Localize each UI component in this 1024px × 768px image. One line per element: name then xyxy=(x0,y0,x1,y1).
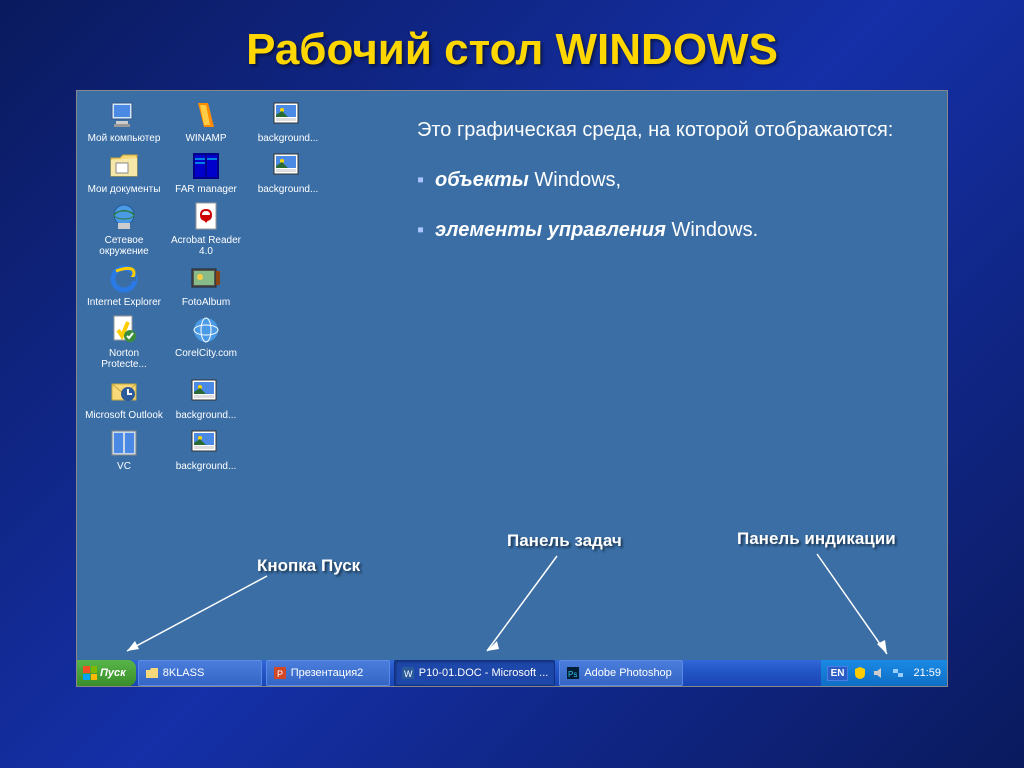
icon-background2[interactable]: background... xyxy=(247,150,329,195)
icon-background4[interactable]: background... xyxy=(165,427,247,472)
network-icon xyxy=(108,201,140,233)
image-icon xyxy=(272,99,304,131)
image-icon xyxy=(190,427,222,459)
icon-far-manager[interactable]: FAR manager xyxy=(165,150,247,195)
bullet-objects: объекты Windows, xyxy=(417,166,893,194)
icon-background3[interactable]: background... xyxy=(165,376,247,421)
winamp-icon xyxy=(190,99,222,131)
system-tray: EN 21:59 xyxy=(821,660,947,686)
clock[interactable]: 21:59 xyxy=(909,667,941,679)
computer-icon xyxy=(108,99,140,131)
start-button[interactable]: Пуск xyxy=(77,660,136,686)
task-label: Презентация2 xyxy=(291,667,364,679)
description-intro: Это графическая среда, на которой отобра… xyxy=(417,116,893,144)
vc-icon xyxy=(108,427,140,459)
icon-label: Acrobat Reader 4.0 xyxy=(165,235,247,257)
icon-corelcity[interactable]: CorelCity.com xyxy=(165,314,247,370)
icon-label: CorelCity.com xyxy=(165,348,247,359)
icon-label: Internet Explorer xyxy=(83,297,165,308)
icon-label: background... xyxy=(247,184,329,195)
icon-label: Сетевое окружение xyxy=(83,235,165,257)
tray-volume-icon[interactable] xyxy=(871,666,886,681)
task-8klass[interactable]: 8KLASS xyxy=(138,660,262,686)
icon-outlook[interactable]: Microsoft Outlook xyxy=(83,376,165,421)
task-presentation[interactable]: P Презентация2 xyxy=(266,660,390,686)
start-label: Пуск xyxy=(100,667,126,679)
task-photoshop[interactable]: Ps Adobe Photoshop xyxy=(559,660,683,686)
icon-label: background... xyxy=(247,133,329,144)
image-icon xyxy=(272,150,304,182)
word-icon: W xyxy=(401,666,415,680)
folder-small-icon xyxy=(145,666,159,680)
windows-flag-icon xyxy=(83,666,97,680)
far-icon xyxy=(190,150,222,182)
icon-label: Microsoft Outlook xyxy=(83,410,165,421)
ie-icon xyxy=(108,263,140,295)
icon-label: FotoAlbum xyxy=(165,297,247,308)
ppt-icon: P xyxy=(273,666,287,680)
task-label: Adobe Photoshop xyxy=(584,667,671,679)
icon-label: WINAMP xyxy=(165,133,247,144)
svg-text:P: P xyxy=(277,669,283,679)
corel-icon xyxy=(190,314,222,346)
icon-background1[interactable]: background... xyxy=(247,99,329,144)
task-label: P10-01.DOC - Microsoft ... xyxy=(419,667,549,679)
arrow-tray xyxy=(797,549,917,661)
icon-label: background... xyxy=(165,461,247,472)
taskbar: Пуск 8KLASS P Презентация2 W P10-01.DOC … xyxy=(77,660,947,686)
svg-text:W: W xyxy=(404,669,413,679)
icon-ie[interactable]: Internet Explorer xyxy=(83,263,165,308)
tray-shield-icon[interactable] xyxy=(852,666,867,681)
icon-my-computer[interactable]: Мой компьютер xyxy=(83,99,165,144)
photo-icon xyxy=(190,263,222,295)
bullet-rest: Windows. xyxy=(666,219,758,241)
image-icon xyxy=(190,376,222,408)
slide-title: Рабочий стол WINDOWS xyxy=(40,25,984,75)
icon-label: Norton Protecte... xyxy=(83,348,165,370)
ps-icon: Ps xyxy=(566,666,580,680)
bullet-rest: Windows, xyxy=(529,169,621,191)
norton-icon xyxy=(108,314,140,346)
icon-label: VC xyxy=(83,461,165,472)
icon-label: Мои документы xyxy=(83,184,165,195)
bullet-bold: элементы управления xyxy=(435,219,666,241)
icon-label: background... xyxy=(165,410,247,421)
bullet-controls: элементы управления Windows. xyxy=(417,216,893,244)
icon-acrobat[interactable]: Acrobat Reader 4.0 xyxy=(165,201,247,257)
svg-text:Ps: Ps xyxy=(568,670,577,679)
outlook-icon xyxy=(108,376,140,408)
tray-network-icon[interactable] xyxy=(890,666,905,681)
icon-fotoalbum[interactable]: FotoAlbum xyxy=(165,263,247,308)
icon-my-documents[interactable]: Мои документы xyxy=(83,150,165,195)
task-label: 8KLASS xyxy=(163,667,205,679)
folder-icon xyxy=(108,150,140,182)
icon-norton[interactable]: Norton Protecte... xyxy=(83,314,165,370)
annotation-start: Кнопка Пуск xyxy=(257,556,360,576)
language-indicator[interactable]: EN xyxy=(827,666,849,681)
slide: Рабочий стол WINDOWS Мой компьютер WINAM… xyxy=(0,0,1024,768)
icon-label: Мой компьютер xyxy=(83,133,165,144)
desktop-screenshot: Мой компьютер WINAMP background... xyxy=(76,90,948,687)
annotation-taskbar: Панель задач xyxy=(507,531,622,551)
arrow-start xyxy=(117,571,277,661)
annotation-tray: Панель индикации xyxy=(737,529,896,549)
icon-vc[interactable]: VC xyxy=(83,427,165,472)
icon-network[interactable]: Сетевое окружение xyxy=(83,201,165,257)
pdf-icon xyxy=(190,201,222,233)
bullet-bold: объекты xyxy=(435,169,529,191)
task-word[interactable]: W P10-01.DOC - Microsoft ... xyxy=(394,660,556,686)
icon-winamp[interactable]: WINAMP xyxy=(165,99,247,144)
description-block: Это графическая среда, на которой отобра… xyxy=(417,116,893,266)
arrow-taskbar xyxy=(477,551,597,661)
icon-label: FAR manager xyxy=(165,184,247,195)
